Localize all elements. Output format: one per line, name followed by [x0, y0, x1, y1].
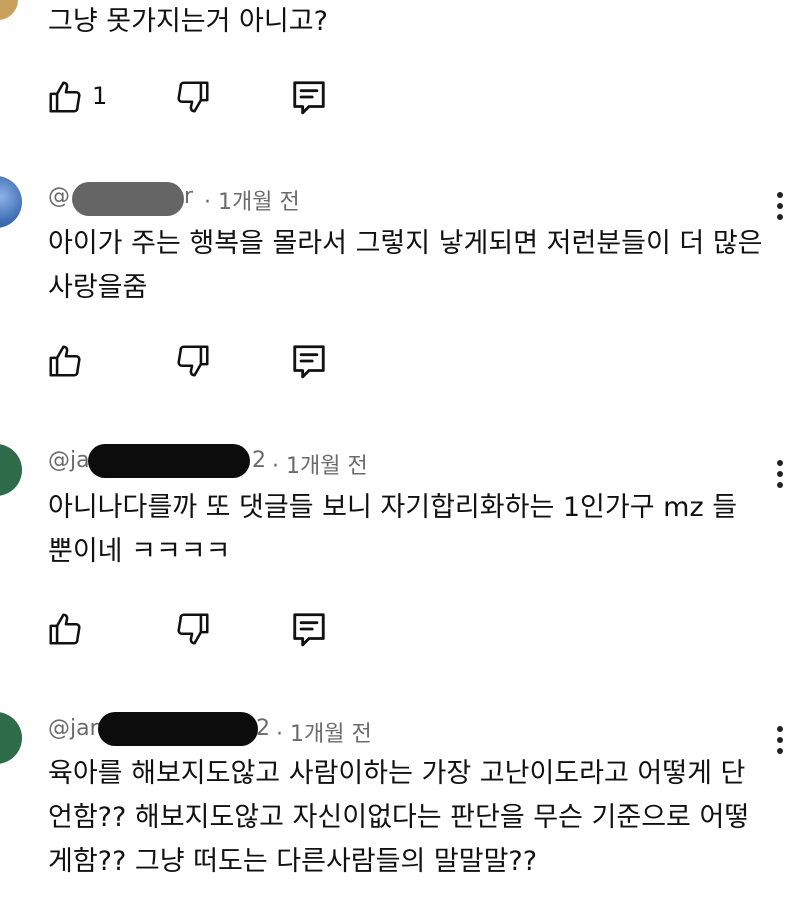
- thumbs-up-icon: [49, 345, 81, 377]
- reply-button[interactable]: [290, 610, 328, 648]
- more-vertical-icon: [777, 726, 783, 732]
- user-avatar-icon[interactable]: [0, 0, 18, 20]
- redacted-handle: [98, 712, 258, 746]
- thumbs-down-icon: [177, 81, 209, 113]
- comment-timestamp: · 1개월 전: [276, 722, 372, 747]
- thumbs-up-icon: [49, 613, 81, 645]
- reply-comment-icon: [293, 345, 325, 379]
- redacted-handle: [88, 444, 250, 478]
- comment-actions: [46, 342, 346, 382]
- more-options-button[interactable]: [776, 460, 784, 488]
- dislike-button[interactable]: [174, 78, 212, 116]
- comment-item: @ r · 1개월 전 아이가 주는 행복을 몰라서 그렇지 낳게되면 저런분들…: [0, 170, 800, 440]
- comment-actions: 1: [46, 78, 346, 118]
- more-options-button[interactable]: [776, 192, 784, 220]
- user-avatar-icon[interactable]: [0, 176, 22, 228]
- comment-author-handle[interactable]: @: [48, 184, 70, 209]
- more-options-button[interactable]: [776, 726, 784, 754]
- comment-timestamp: · 1개월 전: [204, 190, 300, 215]
- thumbs-down-icon: [177, 345, 209, 377]
- comment-text: 그냥 못가지는거 아니고?: [48, 6, 328, 37]
- comment-author-handle-end: 2: [256, 716, 270, 741]
- comment-author-handle[interactable]: @ja: [48, 448, 90, 473]
- comment-text: 육아를 해보지도않고 사람이하는 가장 고난이도라고 어떻게 단언함?? 해보지…: [48, 758, 750, 877]
- comment-author-handle[interactable]: @jan: [48, 716, 104, 741]
- reply-button[interactable]: [290, 342, 328, 380]
- like-button[interactable]: [46, 610, 84, 648]
- like-button[interactable]: [46, 342, 84, 380]
- more-vertical-icon: [777, 192, 783, 198]
- reply-button[interactable]: [290, 78, 328, 116]
- comment-author-handle-end: r: [184, 184, 194, 209]
- dislike-button[interactable]: [174, 610, 212, 648]
- user-avatar-icon[interactable]: [0, 712, 22, 764]
- comment-author-handle-end: 2: [252, 448, 266, 473]
- comment-item: @ja 2 · 1개월 전 아니나다를까 또 댓글들 보니 자기합리화하는 1인…: [0, 438, 800, 708]
- redacted-handle: [72, 182, 184, 216]
- comment-actions: [46, 610, 346, 650]
- like-count: 1: [92, 82, 108, 110]
- comment-item: @jan 2 · 1개월 전 육아를 해보지도않고 사람이하는 가장 고난이도라…: [0, 706, 800, 906]
- comment-text: 아이가 주는 행복을 몰라서 그렇지 낳게되면 저런분들이 더 많은 사랑을줌: [48, 228, 763, 303]
- reply-comment-icon: [293, 613, 325, 647]
- comment-text: 아니나다를까 또 댓글들 보니 자기합리화하는 1인가구 mz 들 뿐이네 ㅋㅋ…: [48, 492, 738, 567]
- reply-comment-icon: [293, 81, 325, 115]
- like-button[interactable]: [46, 78, 84, 116]
- dislike-button[interactable]: [174, 342, 212, 380]
- thumbs-up-icon: [49, 81, 81, 113]
- user-avatar-icon[interactable]: [0, 444, 22, 496]
- thumbs-down-icon: [177, 613, 209, 645]
- more-vertical-icon: [777, 460, 783, 466]
- comment-timestamp: · 1개월 전: [272, 454, 368, 479]
